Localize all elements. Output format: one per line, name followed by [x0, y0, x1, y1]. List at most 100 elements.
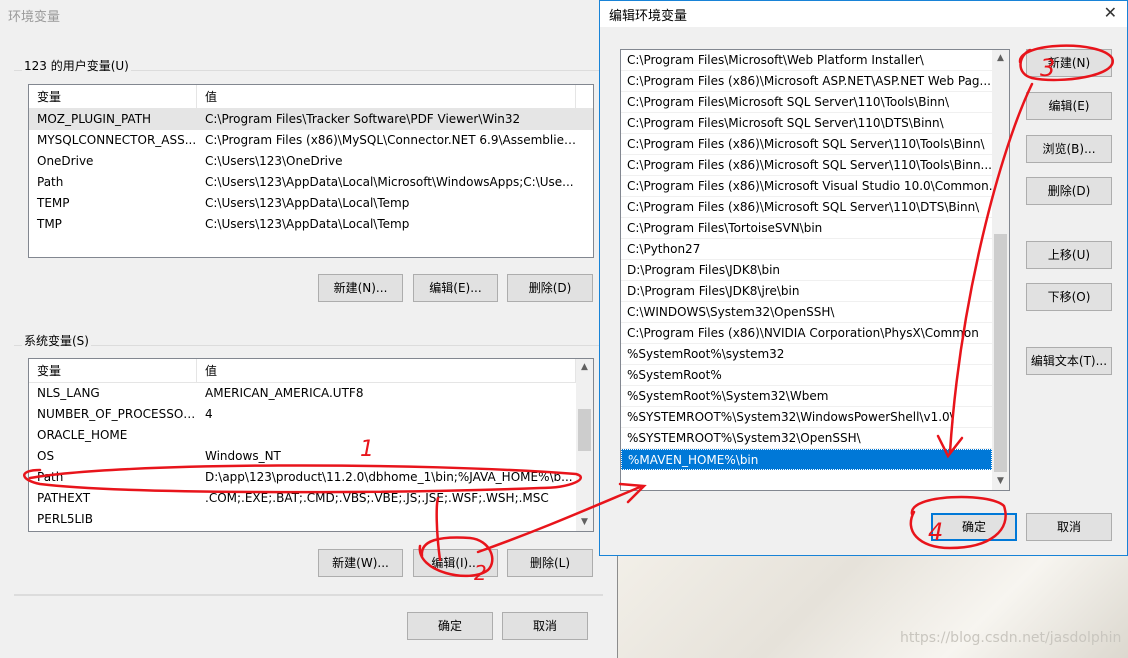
path-entry[interactable]: C:\Program Files (x86)\Microsoft Visual …	[621, 176, 992, 197]
edit-cancel-button[interactable]: 取消	[1026, 513, 1112, 541]
path-entry[interactable]: D:\Program Files\JDK8\bin	[621, 260, 992, 281]
variable-name: PATHEXT	[37, 491, 91, 505]
path-entry[interactable]: C:\Program Files (x86)\Microsoft ASP.NET…	[621, 71, 992, 92]
bottom-divider	[14, 594, 603, 596]
variable-name: NUMBER_OF_PROCESSORS	[37, 407, 197, 421]
path-entry[interactable]: C:\Program Files (x86)\Microsoft SQL Ser…	[621, 197, 992, 218]
table-row[interactable]: NLS_LANG AMERICAN_AMERICA.UTF8	[29, 383, 593, 404]
variable-value: C:\Users\123\AppData\Local\Microsoft\Win…	[205, 175, 574, 189]
table-row[interactable]: NUMBER_OF_PROCESSORS 4	[29, 404, 593, 425]
path-entry[interactable]: C:\Python27	[621, 239, 992, 260]
variable-name: MYSQLCONNECTOR_ASS...	[37, 133, 197, 147]
table-row[interactable]: ORACLE_HOME	[29, 425, 593, 446]
variable-value: 4	[205, 407, 213, 421]
scroll-thumb[interactable]	[994, 234, 1007, 472]
path-entry[interactable]: C:\Program Files (x86)\Microsoft SQL Ser…	[621, 155, 992, 176]
path-entry[interactable]: %MAVEN_HOME%\bin	[621, 449, 992, 470]
dialog-title: 编辑环境变量	[609, 9, 688, 24]
variable-name: MOZ_PLUGIN_PATH	[37, 112, 152, 126]
env-ok-button[interactable]: 确定	[407, 612, 493, 640]
variable-name: Path	[37, 175, 64, 189]
variable-value	[197, 509, 576, 530]
variable-value: .COM;.EXE;.BAT;.CMD;.VBS;.VBE;.JS;.JSE;.…	[205, 491, 549, 505]
path-edit-text-button[interactable]: 编辑文本(T)...	[1026, 347, 1112, 375]
user-vars-table[interactable]: 变量 值 MOZ_PLUGIN_PATH C:\Program Files\Tra…	[28, 84, 594, 258]
system-vars-label: 系统变量(S)	[22, 332, 91, 349]
path-edit-button[interactable]: 编辑(E)	[1026, 92, 1112, 120]
variable-value: C:\Users\123\AppData\Local\Temp	[205, 217, 410, 231]
path-entry[interactable]: %SYSTEMROOT%\System32\OpenSSH\	[621, 428, 992, 449]
path-entry[interactable]: C:\Program Files\Microsoft SQL Server\11…	[621, 113, 992, 134]
user-edit-button[interactable]: 编辑(E)...	[413, 274, 498, 302]
variable-value: C:\Users\123\OneDrive	[205, 154, 343, 168]
path-entry[interactable]: C:\WINDOWS\System32\OpenSSH\	[621, 302, 992, 323]
variable-value: C:\Program Files\Tracker Software\PDF Vi…	[205, 112, 521, 126]
path-entry[interactable]: %SystemRoot%	[621, 365, 992, 386]
group-divider	[14, 345, 603, 346]
variable-name: NLS_LANG	[37, 386, 100, 400]
path-entry[interactable]: C:\Program Files (x86)\NVIDIA Corporatio…	[621, 323, 992, 344]
path-entry[interactable]: C:\Program Files\Microsoft\Web Platform …	[621, 50, 992, 71]
system-vars-scrollbar[interactable]: ▲ ▼	[576, 359, 593, 531]
variable-value: D:\app\123\product\11.2.0\dbhome_1\bin;%…	[205, 470, 573, 484]
user-vars-label: 123 的用户变量(U)	[22, 57, 131, 74]
path-move-up-button[interactable]: 上移(U)	[1026, 241, 1112, 269]
table-row[interactable]: MYSQLCONNECTOR_ASS... C:\Program Files (x…	[29, 130, 593, 151]
path-list-scrollbar[interactable]: ▲ ▼	[992, 50, 1009, 490]
scroll-up-arrow-icon[interactable]: ▲	[576, 359, 593, 376]
variable-value	[197, 425, 576, 446]
user-delete-button[interactable]: 删除(D)	[507, 274, 593, 302]
variable-value: AMERICAN_AMERICA.UTF8	[205, 386, 364, 400]
table-row[interactable]: OneDrive C:\Users\123\OneDrive	[29, 151, 593, 172]
variable-value: C:\Program Files (x86)\MySQL\Connector.N…	[205, 133, 576, 147]
variable-name: TEMP	[37, 196, 70, 210]
path-move-down-button[interactable]: 下移(O)	[1026, 283, 1112, 311]
header-value[interactable]: 值	[197, 359, 576, 382]
variable-name: OS	[37, 449, 55, 463]
header-variable[interactable]: 变量	[29, 85, 197, 108]
table-row[interactable]: MOZ_PLUGIN_PATH C:\Program Files\Tracker …	[29, 109, 593, 130]
table-header: 变量 值	[29, 359, 593, 383]
scroll-down-arrow-icon[interactable]: ▼	[992, 473, 1009, 490]
env-cancel-button[interactable]: 取消	[502, 612, 588, 640]
system-vars-table[interactable]: 变量 值 NLS_LANG AMERICAN_AMERICA.UTF8 NUMBER…	[28, 358, 594, 532]
close-icon[interactable]: ✕	[1104, 3, 1117, 22]
path-list[interactable]: C:\Program Files\Microsoft\Web Platform …	[620, 49, 1010, 491]
scroll-down-arrow-icon[interactable]: ▼	[576, 514, 593, 531]
edit-ok-button[interactable]: 确定	[931, 513, 1017, 541]
header-value[interactable]: 值	[197, 85, 576, 108]
path-entry[interactable]: D:\Program Files\JDK8\jre\bin	[621, 281, 992, 302]
system-new-button[interactable]: 新建(W)...	[318, 549, 403, 577]
scroll-up-arrow-icon[interactable]: ▲	[992, 50, 1009, 67]
table-row[interactable]: Path D:\app\123\product\11.2.0\dbhome_1\b…	[29, 467, 593, 488]
variable-name: PERL5LIB	[37, 512, 93, 526]
dialog-title: 环境变量	[8, 10, 61, 25]
title-bar[interactable]: 编辑环境变量 ✕	[600, 1, 1127, 27]
path-entry[interactable]: %SystemRoot%\System32\Wbem	[621, 386, 992, 407]
path-delete-button[interactable]: 删除(D)	[1026, 177, 1112, 205]
scroll-thumb[interactable]	[578, 409, 591, 451]
watermark: https://blog.csdn.net/jasdolphin	[900, 630, 1122, 646]
system-delete-button[interactable]: 删除(L)	[507, 549, 593, 577]
path-entry[interactable]: C:\Program Files\TortoiseSVN\bin	[621, 218, 992, 239]
table-row[interactable]: PATHEXT .COM;.EXE;.BAT;.CMD;.VBS;.VBE;.JS…	[29, 488, 593, 509]
path-entry[interactable]: C:\Program Files (x86)\Microsoft SQL Ser…	[621, 134, 992, 155]
variable-name: TMP	[37, 217, 62, 231]
table-row[interactable]: Path C:\Users\123\AppData\Local\Microsoft…	[29, 172, 593, 193]
variable-value: C:\Users\123\AppData\Local\Temp	[205, 196, 410, 210]
path-entry[interactable]: C:\Program Files\Microsoft SQL Server\11…	[621, 92, 992, 113]
table-row[interactable]: PERL5LIB	[29, 509, 593, 530]
user-new-button[interactable]: 新建(N)...	[318, 274, 403, 302]
variable-value: Windows_NT	[205, 449, 281, 463]
table-row[interactable]: TEMP C:\Users\123\AppData\Local\Temp	[29, 193, 593, 214]
variable-name: ORACLE_HOME	[37, 428, 128, 442]
system-edit-button[interactable]: 编辑(I)...	[413, 549, 498, 577]
header-variable[interactable]: 变量	[29, 359, 197, 382]
path-new-button[interactable]: 新建(N)	[1026, 49, 1112, 77]
path-entry[interactable]: %SYSTEMROOT%\System32\WindowsPowerShell\…	[621, 407, 992, 428]
table-row[interactable]: TMP C:\Users\123\AppData\Local\Temp	[29, 214, 593, 235]
path-browse-button[interactable]: 浏览(B)...	[1026, 135, 1112, 163]
path-entry[interactable]: %SystemRoot%\system32	[621, 344, 992, 365]
edit-env-var-dialog: 编辑环境变量 ✕ C:\Program Files\Microsoft\Web …	[599, 0, 1128, 556]
table-row[interactable]: OS Windows_NT	[29, 446, 593, 467]
